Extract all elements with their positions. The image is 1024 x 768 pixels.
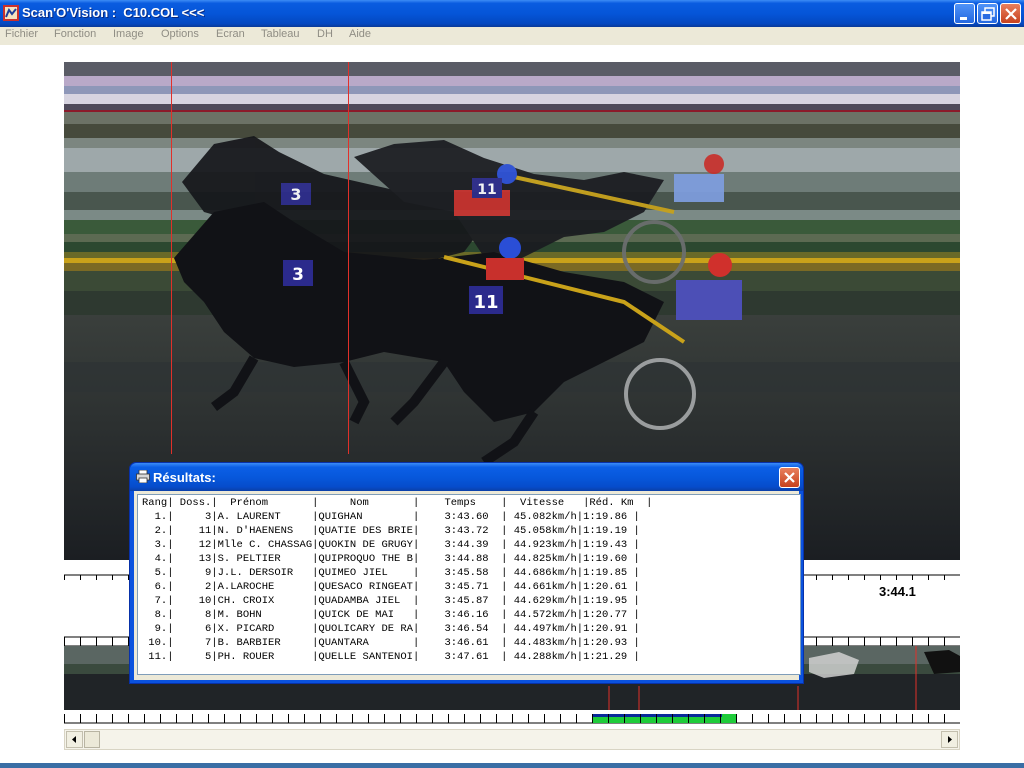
results-dialog-title-bar[interactable]: Résultats: — [130, 463, 803, 491]
taskbar-edge — [0, 763, 1024, 768]
table-row: 6.| 2|A.LAROCHE |QUESACO RINGEAT| 3:45.7… — [142, 581, 640, 593]
saddle-number-3-back: 3 — [290, 185, 301, 204]
window-title: Scan'O'Vision : C10.COL <<< — [22, 5, 205, 20]
results-close-button[interactable] — [779, 467, 800, 488]
menu-dh[interactable]: DH — [317, 28, 333, 40]
finish-marker-line-1[interactable] — [171, 62, 172, 454]
table-row: 2.| 11|N. D'HAENENS |QUATIE DES BRIE| 3:… — [142, 525, 640, 537]
results-dialog: Résultats: Rang| Doss.| Prénom | Nom | T… — [129, 462, 804, 684]
table-row: 7.| 10|CH. CROIX |QUADAMBA JIEL | 3:45.8… — [142, 595, 640, 607]
horizontal-scrollbar[interactable] — [64, 729, 960, 750]
menu-fichier[interactable]: Fichier — [5, 28, 38, 40]
table-row: 8.| 8|M. BOHN |QUICK DE MAI | 3:46.16 | … — [142, 609, 640, 621]
restore-icon — [981, 7, 995, 21]
table-row: 3.| 12|Mlle C. CHASSAG|QUOKIN DE GRUGY| … — [142, 539, 640, 551]
results-dialog-title: Résultats: — [153, 470, 216, 485]
saddle-number-11-front: 11 — [473, 292, 498, 313]
arrow-left-icon — [72, 736, 76, 743]
saddle-number-3-front: 3 — [292, 265, 304, 285]
table-row: 1.| 3|A. LAURENT |QUIGHAN | 3:43.60 | 45… — [142, 511, 640, 523]
table-row: 10.| 7|B. BARBIER |QUANTARA | 3:46.61 | … — [142, 637, 640, 649]
scroll-thumb[interactable] — [84, 731, 100, 748]
results-dialog-body: Rang| Doss.| Prénom | Nom | Temps | Vite… — [134, 491, 801, 680]
table-row: 4.| 13|S. PELTIER |QUIPROQUO THE B| 3:44… — [142, 553, 640, 565]
window-title-bar[interactable]: Scan'O'Vision : C10.COL <<< — [0, 0, 1024, 27]
saddle-number-11-back: 11 — [477, 182, 496, 198]
overview-ruler[interactable] — [64, 710, 961, 724]
close-button[interactable] — [1000, 3, 1021, 24]
results-header: Rang| Doss.| Prénom | Nom | Temps | Vite… — [142, 497, 653, 509]
menu-bar: Fichier Fonction Image Options Ecran Tab… — [0, 27, 1024, 45]
restore-button[interactable] — [977, 3, 998, 24]
menu-aide[interactable]: Aide — [349, 28, 371, 40]
finish-marker-line-2[interactable] — [348, 62, 349, 454]
menu-fonction[interactable]: Fonction — [54, 28, 96, 40]
scroll-right-button[interactable] — [941, 731, 958, 748]
arrow-right-icon — [948, 736, 952, 743]
results-table[interactable]: Rang| Doss.| Prénom | Nom | Temps | Vite… — [137, 494, 801, 675]
minimize-button[interactable] — [954, 3, 975, 24]
minimize-icon — [960, 17, 967, 20]
overview-ruler-ticks — [64, 714, 961, 724]
menu-ecran[interactable]: Ecran — [216, 28, 245, 40]
table-row: 11.| 5|PH. ROUER |QUELLE SANTENOI| 3:47.… — [142, 651, 640, 663]
current-time-label: 3:44.1 — [879, 584, 916, 599]
table-row: 9.| 6|X. PICARD |QUOLICARY DE RA| 3:46.5… — [142, 623, 640, 635]
close-icon — [784, 472, 795, 483]
printer-icon — [136, 470, 150, 483]
close-icon — [1005, 8, 1017, 20]
scroll-left-button[interactable] — [66, 731, 83, 748]
menu-options[interactable]: Options — [161, 28, 199, 40]
menu-image[interactable]: Image — [113, 28, 144, 40]
table-row: 5.| 9|J.L. DERSOIR |QUIMEO JIEL | 3:45.5… — [142, 567, 640, 579]
menu-tableau[interactable]: Tableau — [261, 28, 300, 40]
app-icon — [3, 5, 19, 21]
